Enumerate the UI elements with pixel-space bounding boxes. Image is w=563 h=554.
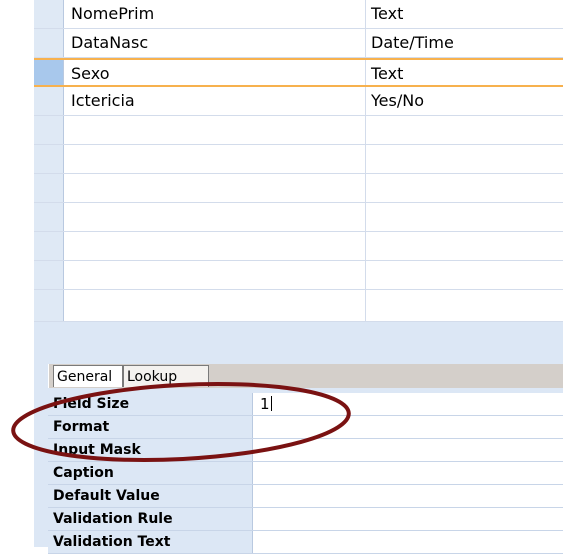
row-selector[interactable] <box>34 116 64 144</box>
property-label: Field Size <box>48 393 253 415</box>
field-name[interactable]: NomePrim <box>71 0 154 28</box>
property-label: Validation Text <box>48 531 253 553</box>
property-row-format[interactable]: Format <box>48 416 563 439</box>
property-label: Validation Rule <box>48 508 253 530</box>
property-row-validation-text[interactable]: Validation Text <box>48 531 563 554</box>
field-row-empty[interactable] <box>34 290 563 322</box>
row-selector[interactable] <box>34 87 64 115</box>
field-row-empty[interactable] <box>34 174 563 203</box>
data-type[interactable]: Yes/No <box>371 87 424 115</box>
row-selector[interactable] <box>34 0 64 28</box>
tab-lookup[interactable]: Lookup <box>123 365 209 387</box>
pane-splitter[interactable] <box>34 322 563 346</box>
field-row-empty[interactable] <box>34 261 563 290</box>
field-row[interactable]: DataNasc Date/Time <box>34 29 563 58</box>
row-selector[interactable] <box>34 203 64 231</box>
property-row-default-value[interactable]: Default Value <box>48 485 563 508</box>
property-label: Caption <box>48 462 253 484</box>
property-label: Input Mask <box>48 439 253 461</box>
field-properties-pane: General Lookup Field Size 1 Format Input… <box>34 346 563 554</box>
property-label: Format <box>48 416 253 438</box>
property-label: Default Value <box>48 485 253 507</box>
tab-general[interactable]: General <box>53 365 123 387</box>
field-row-empty[interactable] <box>34 145 563 174</box>
row-selector[interactable] <box>34 145 64 173</box>
row-selector[interactable] <box>34 232 64 260</box>
property-row-field-size[interactable]: Field Size 1 <box>48 393 563 416</box>
field-row[interactable]: Ictericia Yes/No <box>34 87 563 116</box>
field-row[interactable]: NomePrim Text <box>34 0 563 29</box>
field-row-empty[interactable] <box>34 116 563 145</box>
data-type[interactable]: Text <box>371 60 403 88</box>
text-cursor <box>270 396 272 411</box>
row-selector[interactable] <box>34 261 64 289</box>
field-name[interactable]: DataNasc <box>71 29 148 57</box>
field-size-input[interactable]: 1 <box>260 393 272 415</box>
field-grid: NomePrim Text DataNasc Date/Time Sexo Te… <box>34 0 563 322</box>
property-value[interactable]: 1 <box>260 395 270 413</box>
row-selector[interactable] <box>34 290 64 321</box>
property-row-input-mask[interactable]: Input Mask <box>48 439 563 462</box>
data-type[interactable]: Text <box>371 0 403 28</box>
property-row-caption[interactable]: Caption <box>48 462 563 485</box>
properties-table: Field Size 1 Format Input Mask Caption D… <box>48 393 563 554</box>
field-row-selected[interactable]: Sexo Text <box>34 58 563 87</box>
properties-tabstrip: General Lookup <box>48 364 563 388</box>
field-row-empty[interactable] <box>34 232 563 261</box>
row-selector[interactable] <box>34 29 64 57</box>
field-name[interactable]: Sexo <box>71 60 109 88</box>
row-selector[interactable] <box>34 60 64 85</box>
field-row-empty[interactable] <box>34 203 563 232</box>
left-margin <box>0 0 34 547</box>
property-row-validation-rule[interactable]: Validation Rule <box>48 508 563 531</box>
field-name[interactable]: Ictericia <box>71 87 135 115</box>
data-type[interactable]: Date/Time <box>371 29 454 57</box>
row-selector[interactable] <box>34 174 64 202</box>
